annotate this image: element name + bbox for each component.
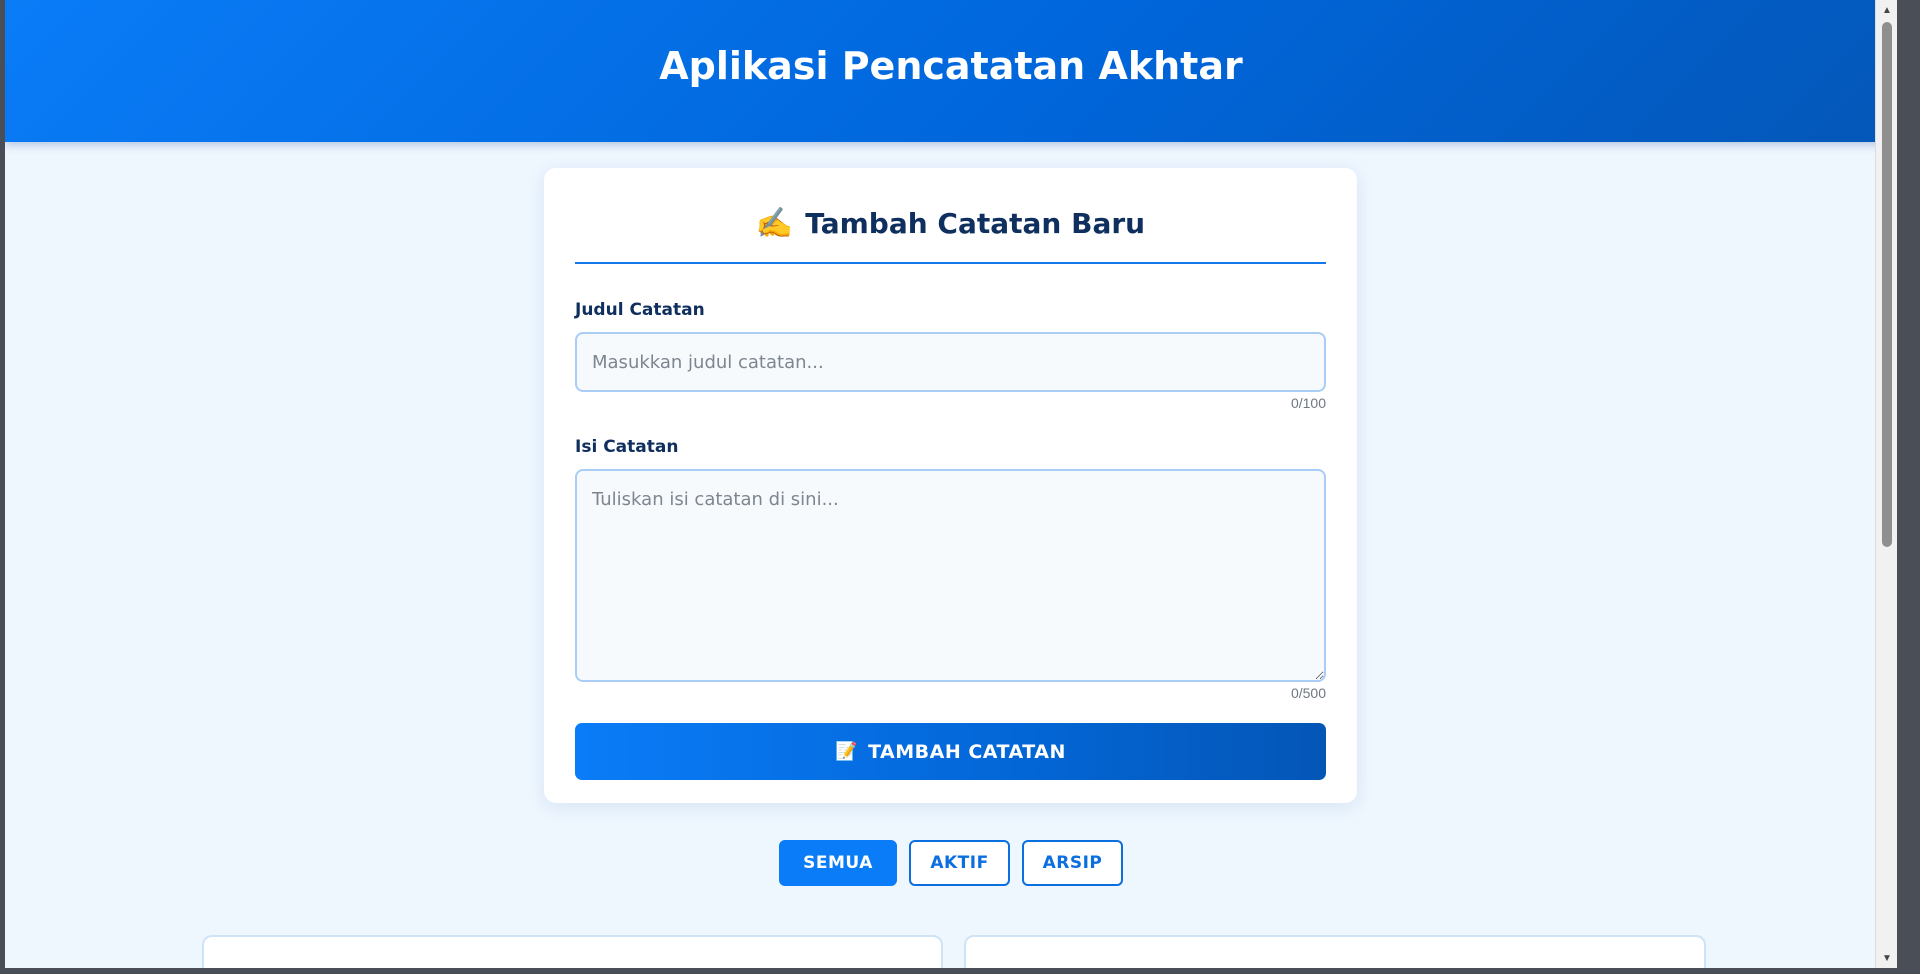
form-heading-text: Tambah Catatan Baru (805, 207, 1146, 240)
scroll-thumb[interactable] (1882, 22, 1892, 547)
title-char-counter: 0/100 (1290, 395, 1326, 411)
add-note-button[interactable]: 📝 TAMBAH CATATAN (575, 723, 1326, 780)
filter-archive-button[interactable]: ARSIP (1022, 840, 1123, 886)
scroll-down-arrow-icon[interactable]: ▼ (1876, 948, 1897, 968)
filter-all-button[interactable]: SEMUA (779, 840, 897, 886)
memo-icon: 📝 (835, 741, 859, 762)
note-body-label: Isi Catatan (575, 437, 679, 457)
add-note-form: ✍️ Tambah Catatan Baru Judul Catatan 0/1… (544, 168, 1357, 803)
add-note-button-label: TAMBAH CATATAN (868, 740, 1066, 763)
scroll-up-arrow-icon[interactable]: ▲ (1876, 0, 1897, 20)
app-viewport: Aplikasi Pencatatan Akhtar ✍️ Tambah Cat… (5, 0, 1897, 968)
filter-active-button[interactable]: AKTIF (909, 840, 1010, 886)
pencil-writing-icon: ✍️ (755, 207, 794, 240)
filter-bar: SEMUA AKTIF ARSIP (5, 840, 1897, 886)
form-heading: ✍️ Tambah Catatan Baru (575, 206, 1326, 264)
note-card[interactable] (964, 935, 1706, 968)
note-title-input[interactable] (575, 332, 1326, 392)
app-title: Aplikasi Pencatatan Akhtar (659, 44, 1243, 88)
body-char-counter: 0/500 (1290, 685, 1326, 701)
note-card[interactable] (202, 935, 943, 968)
note-body-textarea[interactable] (575, 469, 1326, 682)
app-header: Aplikasi Pencatatan Akhtar (5, 0, 1897, 142)
vertical-scrollbar[interactable]: ▲ ▼ (1875, 0, 1897, 968)
note-title-label: Judul Catatan (575, 300, 705, 320)
